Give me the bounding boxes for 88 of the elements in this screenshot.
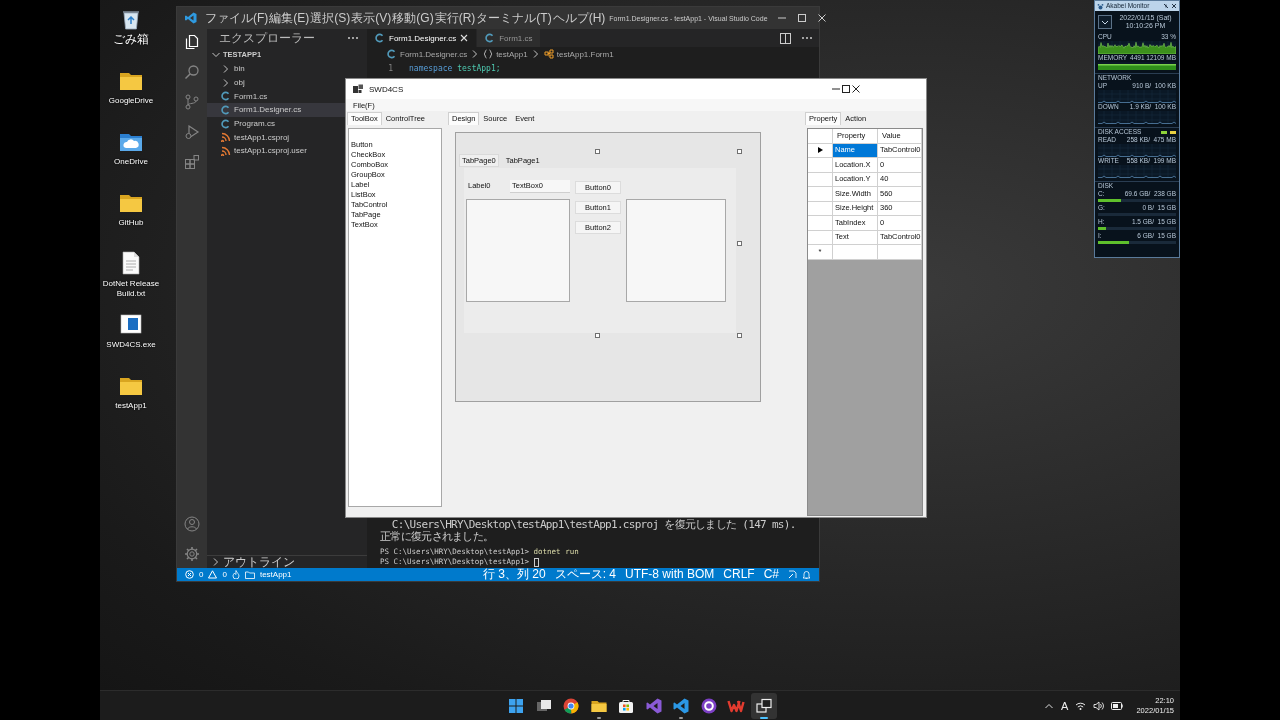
input-method-indicator[interactable]: A bbox=[1061, 699, 1069, 712]
menu-item[interactable]: ファイル(F) bbox=[205, 9, 269, 27]
folder-name[interactable]: testApp1 bbox=[259, 570, 292, 579]
file-tree-item[interactable]: Form1.Designer.cs bbox=[207, 103, 346, 117]
window-title: SWD4CS bbox=[369, 84, 405, 94]
project-file-icon bbox=[221, 145, 231, 156]
indicator-light bbox=[1170, 130, 1176, 134]
code-line: namespace testApp1; bbox=[409, 63, 501, 73]
selection-handle[interactable] bbox=[595, 149, 600, 154]
more-icon[interactable] bbox=[801, 36, 813, 40]
class-icon bbox=[543, 49, 554, 59]
menu-item[interactable]: 表示(V) bbox=[351, 9, 392, 27]
table-cell[interactable] bbox=[833, 245, 878, 260]
source-control-icon[interactable] bbox=[184, 94, 200, 110]
menu-item[interactable]: 編集(E) bbox=[269, 9, 310, 27]
split-editor-icon[interactable] bbox=[780, 32, 791, 44]
selection-handle[interactable] bbox=[737, 149, 742, 154]
desktop-icon-label[interactable]: OneDrive bbox=[114, 157, 148, 167]
panel-title: エクスプローラー bbox=[219, 29, 315, 47]
app-icon bbox=[352, 83, 364, 95]
flame-icon[interactable] bbox=[231, 570, 240, 579]
maximize-icon[interactable] bbox=[841, 84, 851, 94]
terminal-line: C:\Users\HRY\Desktop\testApp1\testApp1.csproj を復元しました (147 ms). bbox=[391, 519, 797, 531]
csharp-file-icon bbox=[221, 104, 231, 115]
menu-item[interactable]: 移動(G) bbox=[392, 9, 434, 27]
status-item[interactable]: C# bbox=[763, 568, 779, 581]
desktop-icon-label[interactable]: SWD4CS.exe bbox=[106, 340, 156, 350]
paw-icon bbox=[1097, 2, 1104, 10]
row-pointer-icon bbox=[817, 147, 823, 154]
menu-item[interactable]: 選択(S) bbox=[310, 9, 351, 27]
more-icon[interactable] bbox=[347, 36, 359, 40]
search-icon[interactable] bbox=[184, 64, 200, 80]
pin-icon[interactable] bbox=[1163, 3, 1169, 9]
desktop-icon-label[interactable]: GoogleDrive bbox=[108, 96, 154, 106]
csharp-file-icon bbox=[485, 33, 496, 43]
warning-icon[interactable] bbox=[208, 570, 218, 579]
bell-icon[interactable] bbox=[802, 570, 811, 579]
editor-tab[interactable]: Form1.cs bbox=[477, 29, 542, 47]
csharp-file-icon bbox=[221, 118, 231, 129]
file-tree-item[interactable]: bin bbox=[207, 62, 346, 76]
status-item[interactable]: CRLF bbox=[723, 568, 755, 581]
application-icon[interactable] bbox=[118, 311, 144, 337]
app-logo-icon bbox=[185, 12, 197, 24]
breadcrumb-item[interactable]: testApp1 bbox=[496, 49, 528, 59]
explorer-icon[interactable] bbox=[184, 34, 200, 50]
speaker-icon[interactable] bbox=[1093, 700, 1105, 711]
menu-item[interactable]: ターミナル(T) bbox=[476, 9, 552, 27]
status-item[interactable]: スペース: 4 bbox=[554, 568, 616, 581]
extensions-icon[interactable] bbox=[184, 154, 200, 170]
indicator-light bbox=[1161, 130, 1167, 134]
warning-count[interactable]: 0 bbox=[222, 570, 227, 579]
project-file-icon bbox=[221, 132, 231, 143]
selection-handle[interactable] bbox=[737, 241, 742, 246]
desktop-icon-label[interactable]: testApp1 bbox=[115, 401, 147, 411]
wifi-icon[interactable] bbox=[1075, 700, 1087, 711]
breadcrumb-item[interactable]: testApp1.Form1 bbox=[556, 49, 614, 59]
braces-icon bbox=[483, 49, 494, 59]
desktop-icon-label[interactable]: DotNet Release Build.txt bbox=[100, 279, 162, 299]
close-icon[interactable] bbox=[1171, 3, 1177, 9]
dropdown-box-icon[interactable] bbox=[1098, 15, 1112, 29]
error-count[interactable]: 0 bbox=[199, 570, 204, 579]
settings-icon[interactable] bbox=[184, 546, 200, 562]
file-tree-item[interactable]: Program.cs bbox=[207, 116, 346, 131]
menu-item[interactable]: ヘルプ(H) bbox=[552, 9, 606, 27]
account-icon[interactable] bbox=[184, 516, 200, 532]
file-tree-item[interactable]: testApp1.csproj bbox=[207, 130, 346, 145]
file-tree-item[interactable]: Form1.cs bbox=[207, 89, 346, 104]
selection-handle[interactable] bbox=[737, 333, 742, 338]
table-cell[interactable] bbox=[878, 245, 922, 260]
file-tree-item[interactable]: testApp1.csproj.user bbox=[207, 144, 346, 158]
line-number: 1 bbox=[387, 63, 394, 73]
close-icon[interactable] bbox=[851, 84, 861, 94]
file-tree-item[interactable]: obj bbox=[207, 75, 346, 90]
editor-tab[interactable]: Form1.Designer.cs bbox=[367, 29, 478, 47]
desktop-icon-label[interactable]: ごみ箱 bbox=[113, 33, 149, 46]
battery-icon[interactable] bbox=[1111, 701, 1124, 710]
selection-handle[interactable] bbox=[595, 333, 600, 338]
status-item[interactable]: UTF-8 with BOM bbox=[624, 568, 715, 581]
error-icon[interactable] bbox=[185, 570, 194, 579]
chevron-right-icon bbox=[211, 557, 221, 567]
status-item[interactable]: 行 3、列 20 bbox=[482, 568, 546, 581]
breadcrumb-item[interactable]: Form1.Designer.cs bbox=[400, 49, 468, 59]
terminal-line: 正常に復元されました。 bbox=[380, 531, 494, 543]
desktop-icon-label[interactable]: GitHub bbox=[118, 218, 144, 228]
menu-item[interactable]: 実行(R) bbox=[434, 9, 476, 27]
csharp-file-icon bbox=[221, 91, 231, 102]
row-header bbox=[808, 129, 833, 144]
run-debug-icon[interactable] bbox=[184, 124, 200, 140]
